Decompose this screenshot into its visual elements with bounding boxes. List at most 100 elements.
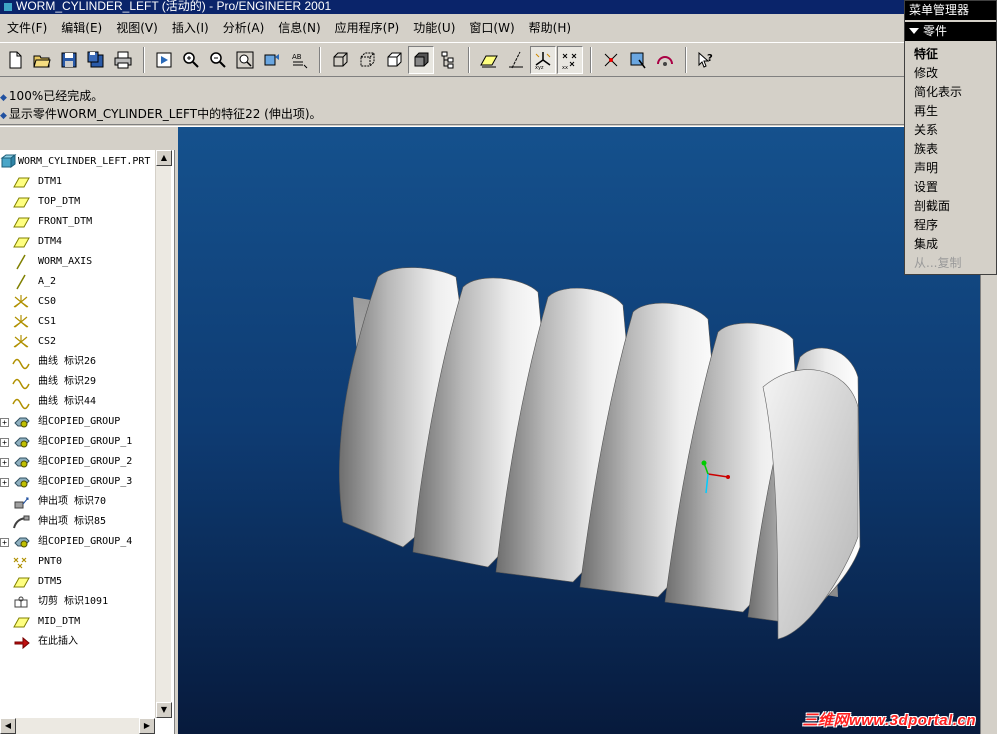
tree-item[interactable]: + 组COPIED_GROUP_4 xyxy=(0,532,155,552)
menu-manager-item[interactable]: 特征 xyxy=(905,45,996,64)
menu-manager-item[interactable]: 集成 xyxy=(905,235,996,254)
scroll-up-arrow-icon[interactable]: ▲ xyxy=(156,150,172,166)
scroll-left-arrow-icon[interactable]: ◀ xyxy=(0,718,16,734)
tree-item[interactable]: FRONT_DTM xyxy=(0,212,155,232)
tree-item[interactable]: CS2 xyxy=(0,332,155,352)
open-folder-button[interactable] xyxy=(29,46,55,74)
select-filter-button[interactable] xyxy=(625,46,651,74)
tree-item[interactable]: DTM4 xyxy=(0,232,155,252)
model-tree-button[interactable] xyxy=(435,46,461,74)
datum-axis-button[interactable] xyxy=(503,46,529,74)
save-copy-button[interactable] xyxy=(83,46,109,74)
tree-item[interactable]: + 组COPIED_GROUP_1 xyxy=(0,432,155,452)
tree-item-label: CS1 xyxy=(38,316,57,327)
tree-item[interactable]: A_2 xyxy=(0,272,155,292)
worm-gear-model[interactable] xyxy=(178,127,980,734)
menu-manager-item[interactable]: 剖截面 xyxy=(905,197,996,216)
tree-root[interactable]: WORM_CYLINDER_LEFT.PRT xyxy=(0,152,155,172)
spin-center-button[interactable] xyxy=(598,46,624,74)
orient-button[interactable] xyxy=(259,46,285,74)
open-folder-icon xyxy=(33,55,51,67)
tree-item[interactable]: CS0 xyxy=(0,292,155,312)
tree-item[interactable]: 曲线 标识26 xyxy=(0,352,155,372)
refit-button[interactable] xyxy=(232,46,258,74)
menu-manager-item[interactable]: 声明 xyxy=(905,159,996,178)
tree-item[interactable]: 曲线 标识29 xyxy=(0,372,155,392)
tree-item[interactable]: + 组COPIED_GROUP xyxy=(0,412,155,432)
menu-manager-item[interactable]: 关系 xyxy=(905,121,996,140)
expand-plus-icon[interactable]: + xyxy=(0,438,9,447)
select-filter-icon xyxy=(630,52,646,68)
saved-views-button[interactable]: AB xyxy=(286,46,312,74)
datum-plane-icon xyxy=(12,194,30,210)
tree-item-label: 曲线 标识26 xyxy=(38,356,97,367)
svg-text:xyz: xyz xyxy=(535,65,544,70)
repaint-button[interactable] xyxy=(151,46,177,74)
menu-manager-item[interactable]: 族表 xyxy=(905,140,996,159)
toolbar-separator xyxy=(319,46,321,73)
tree-item[interactable]: MID_DTM xyxy=(0,612,155,632)
menu-item[interactable]: 编辑(E) xyxy=(54,14,109,42)
menu-manager-item[interactable]: 修改 xyxy=(905,64,996,83)
expand-plus-icon[interactable]: + xyxy=(0,418,9,427)
menu-manager-item[interactable]: 简化表示 xyxy=(905,83,996,102)
menu-item[interactable]: 文件(F) xyxy=(0,14,54,42)
tree-item-label: FRONT_DTM xyxy=(38,216,93,227)
tree-vertical-scrollbar[interactable]: ▲ ▼ xyxy=(155,150,172,718)
tree-item[interactable]: TOP_DTM xyxy=(0,192,155,212)
expand-plus-icon[interactable]: + xyxy=(0,458,9,467)
expand-plus-icon[interactable]: + xyxy=(0,478,9,487)
tree-item[interactable]: + 组COPIED_GROUP_3 xyxy=(0,472,155,492)
expand-plus-icon[interactable]: + xyxy=(0,538,9,547)
no-hidden-button[interactable] xyxy=(381,46,407,74)
menu-item[interactable]: 应用程序(P) xyxy=(328,14,407,42)
menu-item[interactable]: 帮助(H) xyxy=(522,14,578,42)
menu-item[interactable]: 分析(A) xyxy=(216,14,272,42)
datum-plane-button[interactable] xyxy=(476,46,502,74)
tree-item[interactable]: 伸出项 标识85 xyxy=(0,512,155,532)
window-title: WORM_CYLINDER_LEFT (活动的) - Pro/ENGINEER … xyxy=(16,0,332,13)
model-tree[interactable]: WORM_CYLINDER_LEFT.PRT DTM1 TOP_DTM FRONT_… xyxy=(0,150,175,734)
tree-item-label: 在此插入 xyxy=(38,636,78,647)
shading-button[interactable] xyxy=(408,45,434,74)
tree-item[interactable]: + 组COPIED_GROUP_2 xyxy=(0,452,155,472)
tree-item[interactable]: CS1 xyxy=(0,312,155,332)
menu-manager-item[interactable]: 程序 xyxy=(905,216,996,235)
tree-item[interactable]: 伸出项 标识70 xyxy=(0,492,155,512)
zoom-in-button[interactable] xyxy=(178,46,204,74)
tree-horizontal-scrollbar[interactable]: ◀ ▶ xyxy=(0,718,155,734)
hidden-line-button[interactable] xyxy=(354,46,380,74)
group-icon xyxy=(12,534,30,550)
print-button[interactable] xyxy=(110,46,136,74)
orient-mode-button[interactable] xyxy=(652,46,678,74)
menu-manager-item[interactable]: 设置 xyxy=(905,178,996,197)
menu-manager-section[interactable]: 零件 xyxy=(905,22,996,41)
scroll-right-arrow-icon[interactable]: ▶ xyxy=(139,718,155,734)
datum-point-button[interactable]: xx xyxy=(557,45,583,74)
save-button[interactable] xyxy=(56,46,82,74)
orient-icon xyxy=(264,53,279,65)
tree-item[interactable]: 在此插入 xyxy=(0,632,155,652)
coordinate-system-button[interactable]: xyz xyxy=(530,45,556,74)
tree-item[interactable]: 曲线 标识44 xyxy=(0,392,155,412)
zoom-out-button[interactable] xyxy=(205,46,231,74)
wireframe-button[interactable] xyxy=(327,46,353,74)
scroll-down-arrow-icon[interactable]: ▼ xyxy=(156,702,172,718)
tree-item[interactable]: DTM5 xyxy=(0,572,155,592)
new-file-button[interactable] xyxy=(2,46,28,74)
tree-item[interactable]: DTM1 xyxy=(0,172,155,192)
menu-item[interactable]: 插入(I) xyxy=(165,14,216,42)
context-help-button[interactable]: ? xyxy=(693,46,719,74)
tree-item[interactable]: WORM_AXIS xyxy=(0,252,155,272)
graphics-viewport[interactable]: 三维网www.3dportal.cn xyxy=(178,127,980,734)
menu-item[interactable]: 功能(U) xyxy=(406,14,462,42)
menu-manager-item[interactable]: 再生 xyxy=(905,102,996,121)
menu-item[interactable]: 视图(V) xyxy=(109,14,165,42)
tree-item[interactable]: PNT0 xyxy=(0,552,155,572)
refit-icon xyxy=(236,51,254,68)
menu-item[interactable]: 窗口(W) xyxy=(462,14,521,42)
tree-item[interactable]: 切剪 标识1091 xyxy=(0,592,155,612)
repaint-icon xyxy=(156,52,172,67)
message-area: ◆ 100%已经完成。 ◆ 显示零件WORM_CYLINDER_LEFT中的特征22… xyxy=(0,78,905,124)
menu-item[interactable]: 信息(N) xyxy=(271,14,327,42)
